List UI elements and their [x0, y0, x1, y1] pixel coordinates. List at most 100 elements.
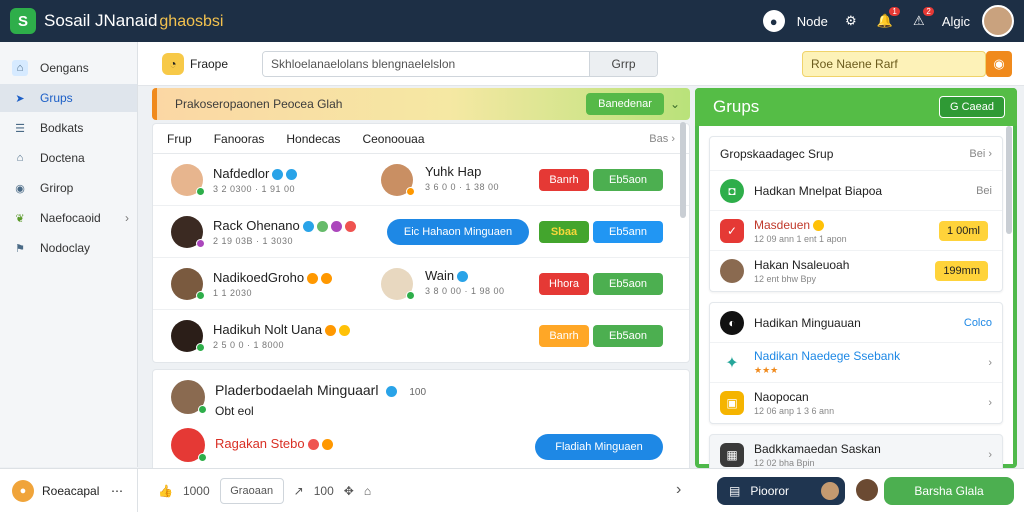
- chevron-right-icon[interactable]: ›: [988, 357, 992, 369]
- user-menu[interactable]: Algic: [942, 14, 970, 29]
- list-header-more[interactable]: Bei ›: [969, 148, 992, 160]
- home-icon[interactable]: ⌂: [364, 484, 371, 498]
- list-item[interactable]: ✓ Masdeuen 12 09 ann 1 ent 1 apon 1 00ml: [710, 211, 1002, 251]
- sidebar-item-grirop[interactable]: ◉ Grirop: [0, 174, 137, 202]
- badge-icon: [316, 220, 328, 232]
- list-header[interactable]: Gropskaadagec Srup Bei ›: [710, 137, 1002, 171]
- tab-hondecas[interactable]: Hondecas: [286, 132, 340, 146]
- profile-icon[interactable]: ●: [12, 479, 34, 502]
- avatar[interactable]: [381, 267, 415, 300]
- message-button[interactable]: Eic Hahaon Minguaen: [387, 218, 529, 245]
- like-icon[interactable]: 👍: [158, 484, 173, 498]
- sidebar-item-naefocaoid[interactable]: ❦ Naefocaoid ›: [0, 204, 137, 232]
- sidebar-item-grups[interactable]: ➤ Grups: [0, 84, 137, 112]
- user-name[interactable]: NadikoedGroho: [213, 270, 304, 285]
- group-name: Masdeuen: [754, 217, 811, 232]
- group-count-badge[interactable]: 199mm: [935, 261, 988, 281]
- search-input[interactable]: [263, 51, 590, 76]
- check-icon: ✓: [720, 218, 744, 243]
- list-item[interactable]: ▣ Naopocan 12 06 anp 1 3 6 ann ›: [710, 383, 1002, 423]
- post-author[interactable]: Pladerbodaelah Minguaarl: [215, 382, 378, 398]
- user-name[interactable]: Nafdedlor: [213, 166, 269, 181]
- chevron-right-icon[interactable]: ›: [988, 397, 992, 409]
- list-item[interactable]: Hakan Nsaleuoah 12 ent bhw Bpy 199mm: [710, 251, 1002, 291]
- user-circle-icon[interactable]: ●: [762, 10, 785, 32]
- action-button[interactable]: Eb5aon: [593, 325, 663, 347]
- bell-icon[interactable]: 🔔 1: [874, 7, 900, 32]
- chevron-right-icon[interactable]: ›: [988, 449, 992, 461]
- comment-input[interactable]: Graoaan: [219, 477, 284, 504]
- sidebar-item-bodkats[interactable]: ☰ Bodkats: [0, 114, 137, 142]
- more-icon[interactable]: ⋯: [111, 484, 123, 498]
- share-icon[interactable]: ↗: [294, 484, 304, 498]
- group-icon: ◐: [720, 310, 744, 335]
- verified-icon: [386, 385, 398, 397]
- filter-button[interactable]: ◉: [986, 51, 1012, 77]
- status-icon: [406, 186, 415, 196]
- tab-fanooras[interactable]: Fanooras: [214, 132, 265, 146]
- message-button[interactable]: Fladiah Minguaen: [535, 434, 663, 460]
- status-icon: [196, 238, 205, 248]
- search-button[interactable]: Grrp: [589, 51, 658, 76]
- sidebar-item-doctena[interactable]: ⌂ Doctena: [0, 144, 137, 172]
- pin-icon[interactable]: ✥: [344, 484, 354, 498]
- chevron-right-icon[interactable]: ›: [676, 481, 681, 499]
- action-button[interactable]: Banrh: [539, 325, 589, 347]
- tabs-more[interactable]: Bas ›: [649, 133, 675, 145]
- toolbar-label[interactable]: Fraope: [190, 57, 228, 71]
- user-name[interactable]: Hadikuh Nolt Uana: [213, 322, 322, 337]
- group-count-badge[interactable]: 1 00ml: [938, 220, 988, 241]
- clock-icon[interactable]: ◔: [162, 52, 184, 75]
- action-button[interactable]: Hhora: [539, 272, 589, 295]
- main-scrollbar[interactable]: [680, 122, 686, 218]
- action-button[interactable]: Banrh: [539, 168, 589, 191]
- reply-author[interactable]: Ragakan Stebo: [215, 436, 305, 451]
- online-status-icon: [198, 453, 207, 462]
- banner-button[interactable]: Banedenar: [586, 93, 664, 115]
- list-item[interactable]: ◘ Hadkan Mnelpat Biapoa Bei: [710, 171, 1002, 211]
- action-button[interactable]: Eb5ann: [593, 220, 663, 243]
- list-item[interactable]: ◐ Hadikan Minguauan Colco: [710, 303, 1002, 343]
- tab-ceonoouaa[interactable]: Ceonoouaa: [362, 132, 424, 146]
- user-info: Nafdedlor 3 2 0300 · 1 91 00: [213, 166, 298, 194]
- share-count: 100: [313, 483, 334, 498]
- avatar[interactable]: [171, 380, 207, 414]
- avatar[interactable]: [171, 428, 207, 462]
- action-button[interactable]: Eb5aon: [593, 272, 663, 295]
- action-button[interactable]: Sbaa: [539, 220, 589, 243]
- chevron-down-icon[interactable]: ⌄: [670, 97, 680, 111]
- group-info: Nadikan Naedege Ssebank ★★★: [754, 349, 900, 376]
- app-logo[interactable]: S: [10, 8, 36, 34]
- tab-frup[interactable]: Frup: [167, 132, 192, 146]
- avatar[interactable]: [171, 215, 205, 248]
- user-name[interactable]: Rack Ohenano: [213, 218, 300, 233]
- user-avatar[interactable]: [982, 5, 1014, 37]
- group-info: Masdeuen 12 09 ann 1 ent 1 apon: [754, 218, 847, 244]
- dark-action-button[interactable]: ▤ Piooror: [717, 477, 845, 505]
- group-link[interactable]: Colco: [964, 317, 992, 329]
- sidebar-item-nodoclay[interactable]: ⚑ Nodoclay: [0, 234, 137, 262]
- create-group-button[interactable]: G Caead: [938, 96, 1005, 118]
- avatar[interactable]: [381, 163, 415, 196]
- post-card: Pladerbodaelah Minguaarl 100 Obt eol Rag…: [152, 369, 690, 473]
- user-name[interactable]: Yuhk Hap: [425, 164, 499, 179]
- avatar[interactable]: [171, 267, 205, 300]
- globe-icon: ◉: [15, 182, 25, 195]
- sidebar-item-label: Doctena: [40, 151, 85, 165]
- filter-field[interactable]: Roe Naene Rarf: [802, 51, 986, 77]
- sidebar-item-oengans[interactable]: ⌂ Oengans: [0, 54, 137, 82]
- panel-scrollbar[interactable]: [1006, 126, 1012, 234]
- green-action-button[interactable]: Barsha Glala: [884, 477, 1014, 505]
- avatar[interactable]: [171, 163, 205, 196]
- avatar[interactable]: [171, 320, 205, 352]
- alert-icon[interactable]: ⚠ 2: [908, 7, 934, 32]
- bottom-left-label[interactable]: Roeacapal: [42, 484, 99, 498]
- avatar[interactable]: [856, 479, 878, 501]
- user-name[interactable]: Wain: [425, 268, 454, 283]
- list-item[interactable]: ✦ Nadikan Naedege Ssebank ★★★ ›: [710, 343, 1002, 383]
- action-button[interactable]: Eb5aon: [593, 168, 663, 191]
- search-bar: Grrp: [262, 50, 659, 77]
- home-link[interactable]: Node: [797, 14, 828, 29]
- group-more[interactable]: Bei: [976, 185, 992, 197]
- settings-icon[interactable]: ⚙: [840, 10, 862, 32]
